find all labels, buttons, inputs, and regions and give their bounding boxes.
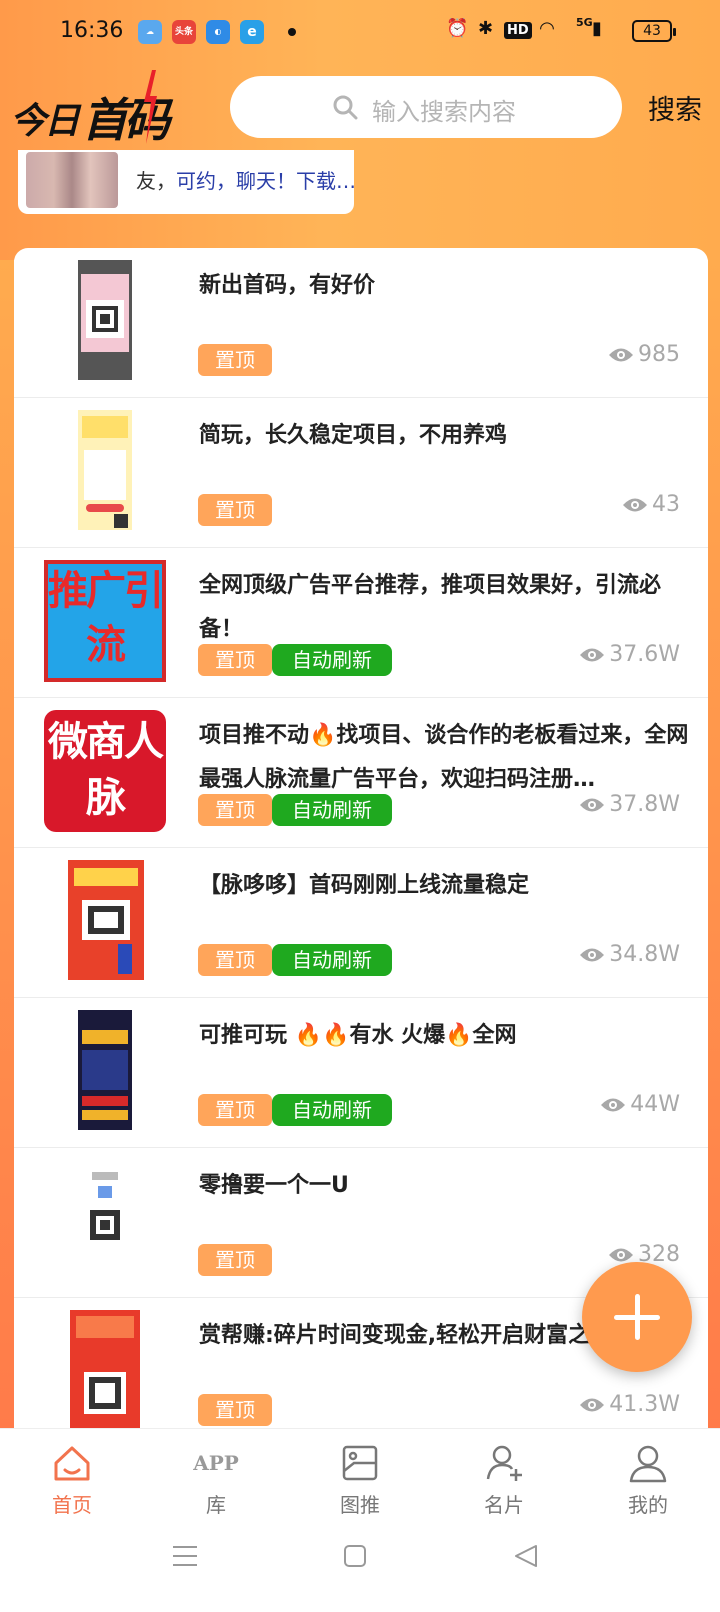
ad-banner[interactable]: 友，可约，聊天！下载… — [18, 150, 354, 214]
tab-label: 首页 — [52, 1493, 92, 1517]
image-post-icon — [342, 1445, 378, 1481]
post-thumbnail: 微商人脉 — [44, 710, 166, 832]
eye-icon — [580, 1398, 605, 1411]
banner-text: 友，可约，聊天！下载… — [136, 169, 354, 193]
pinned-tag: 置顶 — [198, 1094, 272, 1126]
view-count: 985 — [608, 342, 680, 367]
weather-app-icon: ☁ — [138, 20, 162, 44]
tab-label: 图推 — [340, 1493, 380, 1517]
bluetooth-icon: ✱ — [478, 18, 494, 39]
right-gradient-edge — [708, 260, 720, 1430]
post-thumbnail — [68, 860, 144, 980]
pinned-tag: 置顶 — [198, 494, 272, 526]
search-button[interactable]: 搜索 — [648, 88, 702, 127]
view-count: 37.8W — [579, 792, 680, 817]
post-thumbnail — [78, 410, 132, 530]
left-gradient-edge — [0, 260, 14, 1430]
post-thumbnail — [78, 1160, 132, 1280]
search-icon — [333, 95, 358, 120]
post-title: 全网顶级广告平台推荐，推项目效果好，引流必备！ — [199, 573, 662, 642]
search-input[interactable]: 输入搜索内容 — [230, 76, 622, 138]
pinned-tag: 置顶 — [198, 644, 272, 676]
eye-icon — [609, 348, 633, 361]
battery-icon: 43 — [632, 20, 676, 42]
post-thumbnail: 推广引流 — [44, 560, 166, 682]
logo-text-today: 今日 — [10, 101, 80, 142]
auto-refresh-tag: 自动刷新 — [272, 644, 392, 676]
app-library-icon: APP — [193, 1451, 239, 1475]
pinned-tag: 置顶 — [198, 1394, 272, 1426]
eye-icon — [580, 948, 605, 961]
menu-icon[interactable] — [172, 1544, 198, 1568]
list-item[interactable]: 微商人脉 项目推不动🔥找项目、谈合作的老板看过来，全网最强人脉流量广告平台，欢迎… — [14, 698, 708, 848]
auto-refresh-tag: 自动刷新 — [272, 944, 392, 976]
post-thumbnail — [78, 260, 132, 380]
post-title: 项目推不动🔥找项目、谈合作的老板看过来，全网最强人脉流量广告平台，欢迎扫码注册… — [199, 723, 689, 792]
notification-dot — [288, 28, 296, 36]
status-time: 16:36 — [60, 18, 124, 43]
app-logo: 今日 首码 — [10, 70, 200, 150]
view-count: 43 — [622, 492, 680, 517]
eye-icon — [623, 498, 647, 511]
tab-home[interactable]: 首页 — [0, 1429, 144, 1519]
list-item[interactable]: 简玩，长久稳定项目，不用养鸡 置顶 43 — [14, 398, 708, 548]
bottom-tab-bar: 首页 APP 库 图推 名片 我的 — [0, 1428, 720, 1518]
search-placeholder: 输入搜索内容 — [372, 98, 516, 126]
eye-icon — [580, 798, 605, 811]
eye-icon — [601, 1098, 626, 1111]
post-title: 【脉哆哆】首码刚刚上线流量稳定 — [199, 873, 530, 898]
back-icon[interactable] — [514, 1544, 538, 1568]
home-icon — [54, 1446, 90, 1481]
post-title: 可推可玩 🔥🔥有水 火爆🔥全网 — [199, 1023, 517, 1048]
post-title: 简玩，长久稳定项目，不用养鸡 — [199, 423, 508, 448]
pinned-tag: 置顶 — [198, 1244, 272, 1276]
alarm-icon: ⏰ — [446, 18, 469, 39]
view-count: 34.8W — [579, 942, 680, 967]
tab-profile[interactable]: 我的 — [576, 1429, 720, 1519]
post-title: 新出首码，有好价 — [199, 273, 376, 298]
tab-label: 名片 — [484, 1493, 524, 1517]
pinned-tag: 置顶 — [198, 794, 272, 826]
post-thumbnail — [70, 1310, 140, 1430]
pinned-tag: 置顶 — [198, 944, 272, 976]
wifi-icon: ◠ — [540, 18, 554, 39]
tab-label: 我的 — [628, 1493, 668, 1517]
browser-app-icon: ◐ — [206, 20, 230, 44]
tab-label: 库 — [206, 1493, 226, 1517]
tab-library[interactable]: APP 库 — [144, 1429, 288, 1519]
tab-image-post[interactable]: 图推 — [288, 1429, 432, 1519]
hd-icon: HD — [504, 22, 532, 39]
auto-refresh-tag: 自动刷新 — [272, 1094, 392, 1126]
system-navigation-bar — [0, 1518, 720, 1612]
status-bar: 16:36 ☁ 头条 ◐ e ⏰ ✱ HD ◠ 5G ▮ 43 — [0, 0, 720, 64]
auto-refresh-tag: 自动刷新 — [272, 794, 392, 826]
add-contact-icon — [486, 1445, 522, 1481]
signal-5g-icon: 5G — [576, 16, 593, 29]
post-title: 零撸要一个一U — [199, 1173, 349, 1198]
eye-icon — [580, 648, 605, 661]
pinned-tag: 置顶 — [198, 344, 272, 376]
lightning-icon — [144, 70, 157, 144]
view-count: 41.3W — [579, 1392, 680, 1417]
list-item[interactable]: 【脉哆哆】首码刚刚上线流量稳定 置顶 自动刷新 34.8W — [14, 848, 708, 998]
eye-icon — [609, 1248, 633, 1261]
list-item[interactable]: 可推可玩 🔥🔥有水 火爆🔥全网 置顶 自动刷新 44W — [14, 998, 708, 1148]
view-count: 37.6W — [579, 642, 680, 667]
profile-icon — [629, 1445, 667, 1483]
list-item[interactable]: 推广引流 全网顶级广告平台推荐，推项目效果好，引流必备！ 置顶 自动刷新 37.6… — [14, 548, 708, 698]
toutiao-app-icon: 头条 — [172, 20, 196, 44]
post-thumbnail — [78, 1010, 132, 1130]
tab-business-card[interactable]: 名片 — [432, 1429, 576, 1519]
add-post-button[interactable] — [582, 1262, 692, 1372]
signal-bars-icon: ▮ — [592, 18, 602, 39]
list-item[interactable]: 新出首码，有好价 置顶 985 — [14, 248, 708, 398]
ie-app-icon: e — [240, 20, 264, 44]
view-count: 44W — [600, 1092, 680, 1117]
banner-thumbnail — [26, 152, 118, 208]
home-square-icon[interactable] — [343, 1544, 367, 1568]
post-list: 新出首码，有好价 置顶 985 简玩，长久稳定项目，不用养鸡 置顶 43 推广引… — [14, 248, 708, 1448]
